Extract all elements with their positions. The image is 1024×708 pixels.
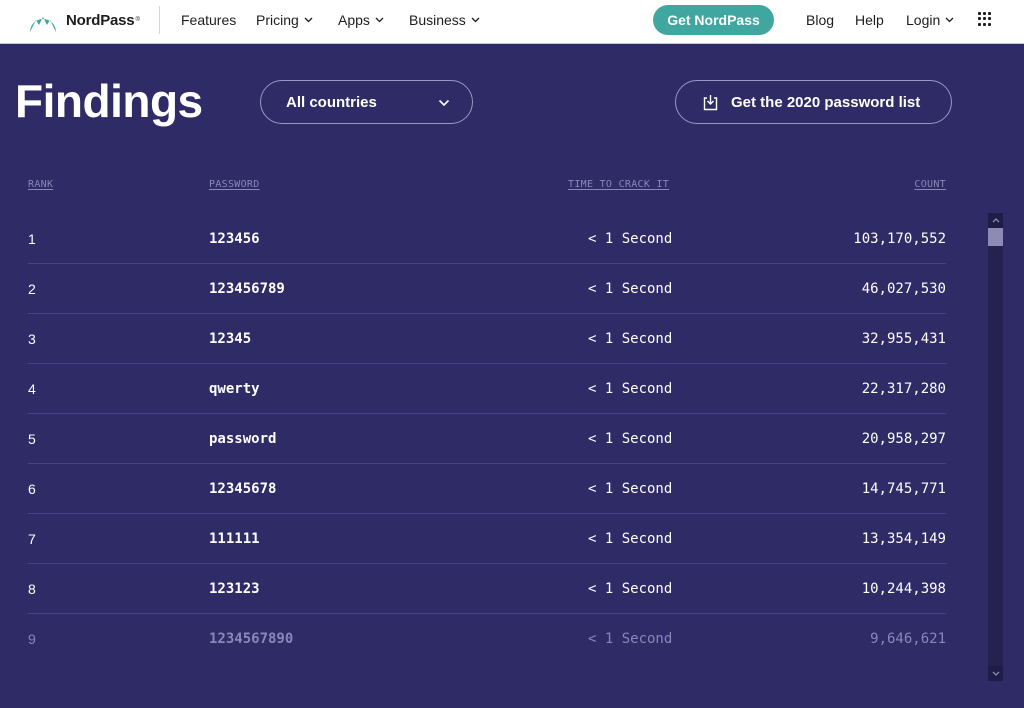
- cell-time-to-crack: < 1 Second: [588, 231, 673, 247]
- brand-name: NordPass: [66, 11, 135, 29]
- chevron-down-icon: [945, 17, 954, 23]
- cell-password: 12345: [209, 331, 252, 347]
- scroll-up-button[interactable]: [988, 213, 1003, 228]
- cell-time-to-crack: < 1 Second: [588, 581, 673, 597]
- nav-item-apps[interactable]: Apps: [338, 12, 384, 28]
- cell-count: 32,955,431: [861, 331, 946, 347]
- nav-item-label: Business: [409, 12, 466, 28]
- nav-item-login[interactable]: Login: [906, 12, 954, 28]
- nav-item-label: Apps: [338, 12, 370, 28]
- chevron-down-icon: [304, 17, 313, 23]
- table-row: 7 111111 < 1 Second 13,354,149: [28, 514, 946, 564]
- nav-item-label: Blog: [806, 12, 835, 28]
- cell-time-to-crack: < 1 Second: [588, 381, 673, 397]
- table-scrollbar[interactable]: [988, 213, 1003, 681]
- registered-mark: ®: [135, 17, 140, 23]
- cell-count: 20,958,297: [861, 431, 946, 447]
- nav-item-features[interactable]: Features: [181, 12, 236, 28]
- cell-rank: 3: [28, 331, 36, 347]
- nav-divider: [159, 6, 160, 34]
- cell-rank: 5: [28, 431, 36, 447]
- cell-count: 13,354,149: [861, 531, 946, 547]
- nav-item-blog[interactable]: Blog: [806, 12, 834, 28]
- cell-count: 14,745,771: [861, 481, 946, 497]
- chevron-down-icon: [438, 99, 450, 107]
- nav-item-label: Help: [855, 12, 884, 28]
- cell-rank: 7: [28, 531, 36, 547]
- apps-grid-icon[interactable]: [978, 12, 992, 26]
- table-row: 6 12345678 < 1 Second 14,745,771: [28, 464, 946, 514]
- get-nordpass-button[interactable]: Get NordPass: [653, 5, 774, 35]
- table-row: 9 1234567890 < 1 Second 9,646,621: [28, 614, 946, 664]
- cell-count: 46,027,530: [861, 281, 946, 297]
- cell-time-to-crack: < 1 Second: [588, 481, 673, 497]
- cell-rank: 1: [28, 231, 36, 247]
- cell-rank: 8: [28, 581, 36, 597]
- chevron-down-icon: [471, 17, 480, 23]
- download-password-list-button[interactable]: Get the 2020 password list: [675, 80, 952, 124]
- cell-password: qwerty: [209, 381, 260, 397]
- cell-password: password: [209, 431, 277, 447]
- cell-count: 9,646,621: [870, 631, 946, 647]
- page-title: Findings: [15, 75, 203, 127]
- cell-rank: 2: [28, 281, 36, 297]
- cell-password: 12345678: [209, 481, 277, 497]
- cell-rank: 6: [28, 481, 36, 497]
- nav-item-help[interactable]: Help: [855, 12, 884, 28]
- cell-time-to-crack: < 1 Second: [588, 331, 673, 347]
- country-select[interactable]: All countries: [260, 80, 473, 124]
- cell-count: 22,317,280: [861, 381, 946, 397]
- nav-item-label: Features: [181, 12, 237, 28]
- table-body: 1 123456 < 1 Second 103,170,552 2 123456…: [28, 214, 946, 708]
- table-row: 5 password < 1 Second 20,958,297: [28, 414, 946, 464]
- scrollbar-thumb[interactable]: [988, 228, 1003, 246]
- cell-time-to-crack: < 1 Second: [588, 631, 673, 647]
- column-header-time-to-crack[interactable]: TIME TO CRACK IT: [568, 179, 669, 190]
- cell-time-to-crack: < 1 Second: [588, 431, 673, 447]
- table-row: 4 qwerty < 1 Second 22,317,280: [28, 364, 946, 414]
- cell-password: 123456: [209, 231, 260, 247]
- chevron-down-icon: [992, 671, 999, 676]
- nav-item-business[interactable]: Business: [409, 12, 480, 28]
- nordpass-mountain-icon: [30, 17, 56, 32]
- download-icon: [703, 94, 718, 110]
- cell-password: 111111: [209, 531, 260, 547]
- table-header: RANK PASSWORD TIME TO CRACK IT COUNT: [28, 170, 946, 214]
- cell-password: 1234567890: [209, 631, 294, 647]
- nav-item-label: Login: [906, 12, 941, 28]
- column-header-password[interactable]: PASSWORD: [209, 179, 260, 190]
- column-header-rank[interactable]: RANK: [28, 179, 53, 190]
- top-navigation: NordPass ® Features Pricing Apps Busines…: [0, 0, 1024, 44]
- cell-password: 123123: [209, 581, 260, 597]
- download-button-label: Get the 2020 password list: [731, 93, 921, 111]
- password-table: RANK PASSWORD TIME TO CRACK IT COUNT 1 1…: [28, 170, 946, 708]
- chevron-down-icon: [375, 17, 384, 23]
- country-select-value: All countries: [286, 93, 377, 111]
- nav-item-pricing[interactable]: Pricing: [256, 12, 313, 28]
- table-row: 2 123456789 < 1 Second 46,027,530: [28, 264, 946, 314]
- cell-rank: 9: [28, 631, 36, 647]
- table-row: 3 12345 < 1 Second 32,955,431: [28, 314, 946, 364]
- cell-rank: 4: [28, 381, 36, 397]
- column-header-count[interactable]: COUNT: [914, 179, 946, 190]
- cell-password: 123456789: [209, 281, 285, 297]
- table-row: 1 123456 < 1 Second 103,170,552: [28, 214, 946, 264]
- chevron-up-icon: [992, 218, 999, 223]
- cell-time-to-crack: < 1 Second: [588, 281, 673, 297]
- nordpass-logo[interactable]: NordPass ®: [28, 8, 140, 32]
- nav-item-label: Pricing: [256, 12, 299, 28]
- cell-time-to-crack: < 1 Second: [588, 531, 673, 547]
- cell-count: 10,244,398: [861, 581, 946, 597]
- cell-count: 103,170,552: [853, 231, 946, 247]
- table-row: 8 123123 < 1 Second 10,244,398: [28, 564, 946, 614]
- scroll-down-button[interactable]: [988, 666, 1003, 681]
